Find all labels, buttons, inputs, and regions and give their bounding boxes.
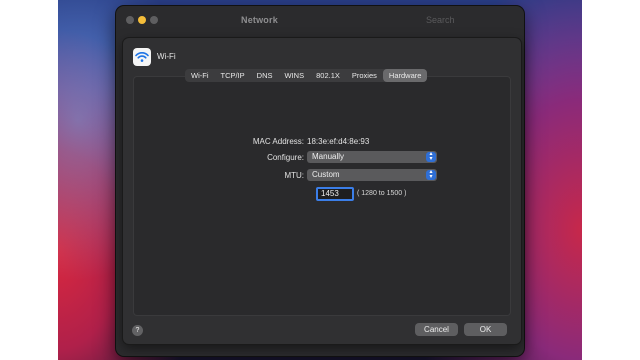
ok-button[interactable]: OK: [464, 323, 507, 336]
tab-tcpip[interactable]: TCP/IP: [215, 69, 251, 82]
minimize-button[interactable]: [138, 16, 146, 24]
sheet-title: Wi-Fi: [157, 52, 176, 61]
configure-label: Configure:: [267, 153, 304, 162]
advanced-sheet: Wi-Fi MAC Address: 18:3e:ef:d4:8e:93 Con…: [123, 38, 521, 344]
title-bar: Network Search: [116, 6, 524, 36]
mtu-range-hint: ( 1280 to 1500 ): [357, 190, 407, 197]
configure-popup[interactable]: Manually ▴ ▾: [307, 151, 437, 163]
help-button[interactable]: ?: [132, 325, 143, 336]
wifi-icon: [133, 48, 151, 66]
configure-value: Manually: [312, 152, 345, 161]
window-title: Network: [241, 15, 278, 25]
mac-address-value: 18:3e:ef:d4:8e:93: [307, 137, 370, 146]
mtu-label: MTU:: [284, 171, 304, 180]
tab-proxies[interactable]: Proxies: [346, 69, 383, 82]
tab-dns[interactable]: DNS: [251, 69, 279, 82]
zoom-button[interactable]: [150, 16, 158, 24]
mtu-size-field[interactable]: 1453: [316, 187, 354, 201]
updown-chevron-icon: ▴ ▾: [426, 151, 436, 162]
tab-wins[interactable]: WINS: [279, 69, 311, 82]
mtu-popup[interactable]: Custom ▴ ▾: [307, 169, 437, 181]
mac-address-label: MAC Address:: [252, 137, 304, 146]
tab-bar: Wi-Fi TCP/IP DNS WINS 802.1X Proxies Har…: [185, 69, 428, 82]
tab-8021x[interactable]: 802.1X: [310, 69, 346, 82]
search-field[interactable]: Search: [426, 15, 455, 25]
updown-chevron-icon: ▴ ▾: [426, 169, 436, 180]
tab-wifi[interactable]: Wi-Fi: [185, 69, 215, 82]
hardware-panel: MAC Address: 18:3e:ef:d4:8e:93 Configure…: [133, 76, 511, 316]
tab-hardware[interactable]: Hardware: [382, 69, 428, 82]
mtu-value: Custom: [312, 170, 340, 179]
cancel-button[interactable]: Cancel: [415, 323, 458, 336]
close-button[interactable]: [126, 16, 134, 24]
